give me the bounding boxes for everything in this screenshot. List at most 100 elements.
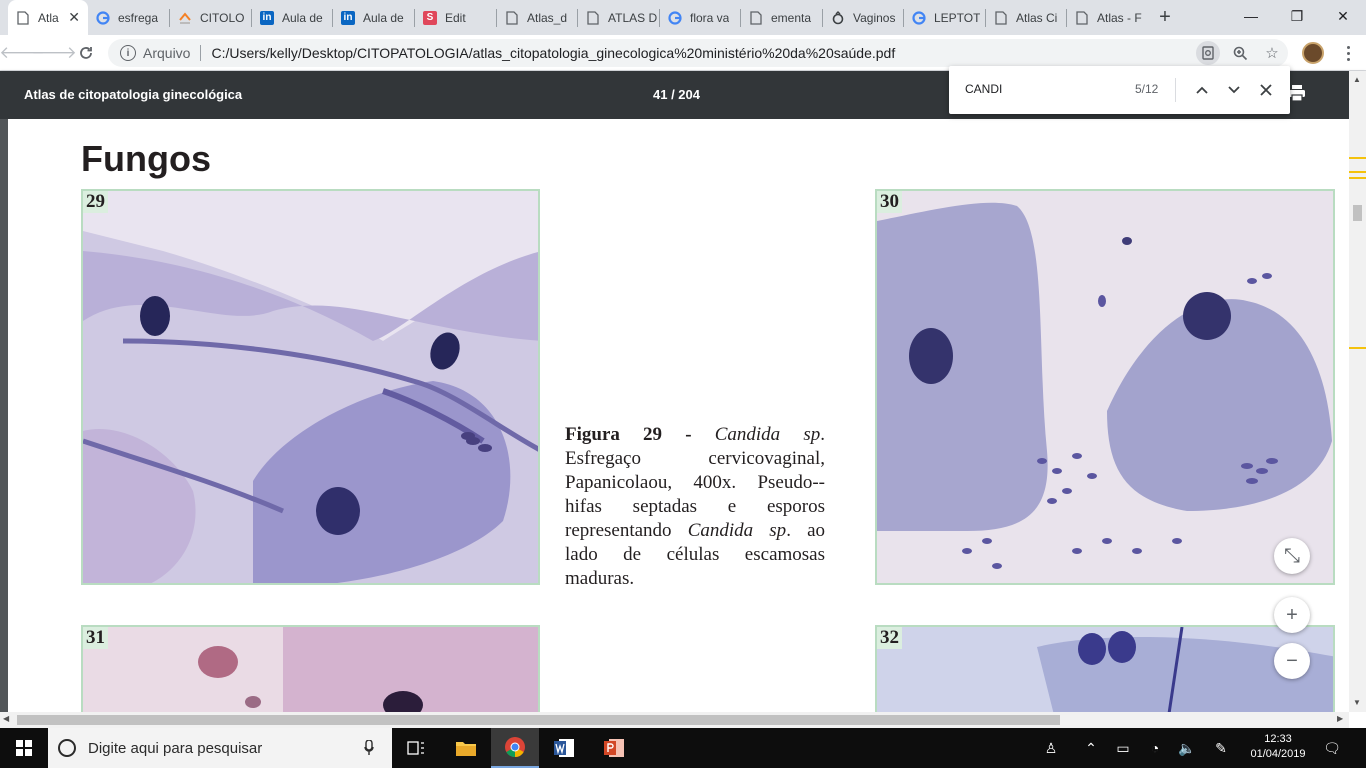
linkedin-icon: in xyxy=(341,10,355,25)
pen-icon[interactable]: ✎ xyxy=(1211,738,1231,758)
chrome-icon xyxy=(505,737,525,758)
scroll-left-arrow[interactable]: ◀ xyxy=(3,714,9,723)
file-explorer-button[interactable] xyxy=(442,728,490,768)
forward-button[interactable]: 🡒 xyxy=(31,41,77,65)
powerpoint-icon xyxy=(604,739,624,757)
tab-0[interactable]: Atla ✕ xyxy=(8,0,88,35)
scroll-right-arrow[interactable]: ▶ xyxy=(1337,714,1343,723)
scroll-up-arrow[interactable]: ▲ xyxy=(1353,75,1361,84)
info-icon[interactable]: i xyxy=(120,45,136,61)
figure-number: 29 xyxy=(83,191,108,213)
clock[interactable]: 12:33 01/04/2019 xyxy=(1243,732,1313,762)
start-button[interactable] xyxy=(0,728,48,768)
cortana-icon xyxy=(58,739,76,757)
vertical-scrollbar[interactable]: ▲ ▼ xyxy=(1349,71,1366,712)
figure-caption: Figura 29 - Candida sp. Esfregaço cervic… xyxy=(565,423,825,591)
notification-icon[interactable]: 🗨 xyxy=(1322,738,1342,758)
new-tab-button[interactable]: + xyxy=(1153,5,1177,29)
tab-11[interactable]: LEPTOT xyxy=(904,0,985,35)
figure-31-image: 31 xyxy=(81,625,540,712)
pdf-doc-icon xyxy=(586,10,600,25)
figure-29-image: 29 xyxy=(81,189,540,585)
pdf-doc-icon xyxy=(749,10,763,25)
tab-label: Aula de xyxy=(363,10,404,25)
tab-6[interactable]: Atlas_d xyxy=(497,0,577,35)
zoom-out-button[interactable]: − xyxy=(1274,643,1310,679)
menu-icon[interactable] xyxy=(1338,43,1358,63)
tab-label: Atlas Ci xyxy=(1016,10,1058,25)
tab-9[interactable]: ementa xyxy=(741,0,822,35)
tab-5[interactable]: S Edit xyxy=(415,0,496,35)
powerpoint-button[interactable] xyxy=(590,728,638,768)
close-tab-icon[interactable]: ✕ xyxy=(68,9,80,26)
find-match-marker xyxy=(1349,347,1366,349)
reload-button[interactable] xyxy=(74,41,98,65)
tab-label: LEPTOT xyxy=(934,10,981,25)
pdf-doc-icon xyxy=(994,10,1008,25)
url-text[interactable]: C:/Users/kelly/Desktop/CITOPATOLOGIA/atl… xyxy=(211,45,895,61)
tab-label: ementa xyxy=(771,10,812,25)
find-in-page-icon[interactable] xyxy=(1196,41,1220,65)
pdf-doc-icon xyxy=(505,10,519,25)
horizontal-scrollbar[interactable]: ◀ ▶ xyxy=(0,712,1349,728)
tab-7[interactable]: ATLAS D xyxy=(578,0,659,35)
scrollbar-thumb[interactable] xyxy=(1353,205,1362,221)
tab-13[interactable]: Atlas - F xyxy=(1067,0,1148,35)
maximize-button[interactable]: ❐ xyxy=(1274,0,1320,32)
zoom-in-button[interactable]: + xyxy=(1274,597,1310,633)
volume-icon[interactable]: 🔈 xyxy=(1177,738,1197,758)
find-close-button[interactable] xyxy=(1254,78,1278,102)
taskbar-search[interactable]: Digite aqui para pesquisar xyxy=(48,728,392,768)
scrollbar-thumb[interactable] xyxy=(17,715,1060,725)
tab-12[interactable]: Atlas Ci xyxy=(986,0,1066,35)
wifi-icon[interactable]: ◔ xyxy=(1145,738,1165,758)
find-match-marker xyxy=(1349,157,1366,159)
avatar[interactable] xyxy=(1302,42,1324,64)
battery-icon[interactable]: ▭ xyxy=(1113,738,1133,758)
task-view-button[interactable] xyxy=(392,728,440,768)
clock-time: 12:33 xyxy=(1264,733,1292,745)
caption-species: Candida sp xyxy=(687,520,787,541)
caption-species: Candida sp xyxy=(714,424,821,445)
find-bar: CANDI 5/12 xyxy=(949,66,1290,114)
print-icon[interactable] xyxy=(1288,84,1306,102)
chrome-taskbar-button[interactable] xyxy=(491,728,539,768)
tab-label: Vaginos xyxy=(853,10,896,25)
pdf-doc-icon xyxy=(16,10,30,25)
caption-figure-label: Figura 29 - xyxy=(565,424,692,445)
fit-to-page-button[interactable]: ⤡ xyxy=(1274,538,1310,574)
word-button[interactable] xyxy=(540,728,588,768)
scroll-down-arrow[interactable]: ▼ xyxy=(1353,698,1361,707)
find-match-marker xyxy=(1349,177,1366,179)
tab-2[interactable]: CITOLO xyxy=(170,0,251,35)
microphone-icon xyxy=(364,740,374,755)
tab-strip: Atla ✕ esfrega CITOLO in Aula de in Aula… xyxy=(0,0,1366,35)
figure-number: 31 xyxy=(83,627,108,649)
chevron-up-icon[interactable]: ⌃ xyxy=(1081,738,1101,758)
find-next-button[interactable] xyxy=(1222,78,1246,102)
tab-10[interactable]: Vaginos xyxy=(823,0,903,35)
pdf-viewport[interactable]: Fungos 29 Figura 29 - Candida sp. Esfreg… xyxy=(0,119,1349,712)
address-bar[interactable]: i Arquivo C:/Users/kelly/Desktop/CITOPAT… xyxy=(108,39,1288,67)
tab-3[interactable]: in Aula de xyxy=(252,0,332,35)
linkedin-icon: in xyxy=(260,10,274,25)
find-input[interactable]: CANDI xyxy=(965,82,1002,96)
search-placeholder: Digite aqui para pesquisar xyxy=(88,739,263,757)
windows-icon xyxy=(16,740,32,756)
minimize-button[interactable]: — xyxy=(1228,0,1274,32)
scheme-label: Arquivo xyxy=(143,45,191,61)
google-icon xyxy=(96,10,110,25)
tab-4[interactable]: in Aula de xyxy=(333,0,414,35)
loading-icon xyxy=(831,10,845,25)
figure-number: 30 xyxy=(877,191,902,213)
find-previous-button[interactable] xyxy=(1190,78,1214,102)
people-icon[interactable]: ♙ xyxy=(1041,738,1061,758)
page-indicator[interactable]: 41 / 204 xyxy=(653,87,700,102)
reload-icon xyxy=(80,47,92,59)
tab-8[interactable]: flora va xyxy=(660,0,740,35)
zoom-icon[interactable] xyxy=(1228,41,1252,65)
star-icon[interactable]: ☆ xyxy=(1260,41,1284,65)
close-window-button[interactable]: ✕ xyxy=(1320,0,1366,32)
tab-label: Aula de xyxy=(282,10,323,25)
tab-1[interactable]: esfrega xyxy=(88,0,169,35)
